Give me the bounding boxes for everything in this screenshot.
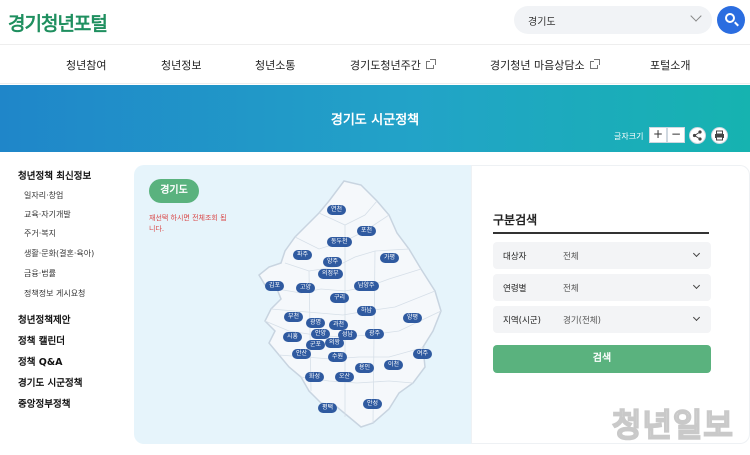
font-size-label: 글자크기 [614, 132, 644, 141]
sidebar-item-city-policy[interactable]: 경기도 시군정책 [18, 375, 83, 389]
region-label: 지역(시군) [503, 316, 541, 326]
map-all-badge[interactable]: 경기도 [149, 179, 199, 203]
target-label: 대상자 [503, 252, 527, 262]
region-tag-gwacheon[interactable]: 과천 [329, 320, 349, 330]
region-tag-yangpyeong[interactable]: 양평 [403, 313, 423, 323]
region-tag-guri[interactable]: 구리 [330, 293, 350, 303]
search-button[interactable] [717, 6, 745, 34]
top-bar: 경기청년포털 경기도 [0, 0, 750, 44]
region-tag-gapyeong[interactable]: 가평 [380, 253, 400, 263]
region-tag-yangju[interactable]: 양주 [323, 257, 343, 267]
nav-item-about[interactable]: 포털소개 [650, 57, 690, 73]
region-tag-osan[interactable]: 오산 [335, 372, 355, 382]
share-icon [692, 130, 702, 141]
region-tag-yongin[interactable]: 용인 [355, 363, 375, 373]
map-reset-note: 재선택 하시면 전체조회 됩니다. [149, 214, 227, 233]
search-submit-button[interactable]: 검색 [493, 345, 711, 373]
sidebar-item-policy-proposal[interactable]: 청년정책제안 [18, 312, 70, 326]
nav-item-youth-participation[interactable]: 청년참여 [66, 57, 106, 73]
sidebar-subitem-finance[interactable]: 금융·법률 [24, 268, 56, 279]
print-icon [715, 130, 724, 141]
site-logo[interactable]: 경기청년포털 [8, 9, 108, 36]
nav-item-counseling[interactable]: 경기청년 마음상담소 [490, 57, 600, 73]
target-value: 전체 [563, 252, 579, 262]
external-link-icon [425, 59, 436, 69]
page-banner: 경기도 시군정책 글자크기 + − [0, 85, 750, 152]
target-select[interactable]: 대상자 전체 [493, 242, 711, 269]
region-tag-ansan[interactable]: 안산 [292, 349, 312, 359]
share-button[interactable] [689, 127, 706, 144]
main-nav: 청년참여 청년정보 청년소통 경기도청년주간 경기청년 마음상담소 포털소개 [0, 44, 750, 84]
chevron-down-icon [692, 249, 701, 258]
age-select[interactable]: 연령별 전체 [493, 274, 711, 301]
sidebar-subitem-request[interactable]: 정책정보 게시요청 [24, 288, 85, 299]
filter-title-divider [493, 232, 709, 234]
region-tag-gunpo[interactable]: 군포 [306, 340, 326, 350]
region-tag-gimpo[interactable]: 김포 [265, 281, 285, 291]
nav-item-youth-week[interactable]: 경기도청년주간 [350, 57, 436, 73]
region-tag-hwaseong[interactable]: 화성 [305, 372, 325, 382]
region-select[interactable]: 지역(시군) 경기(전체) [493, 306, 711, 333]
region-tag-namyangju[interactable]: 남양주 [354, 281, 379, 291]
logo-text: 경기청년포털 [8, 13, 108, 35]
search-select-value: 경기도 [528, 17, 556, 28]
sidebar-item-calendar[interactable]: 정책 캘린더 [18, 333, 65, 347]
sidebar-item-qna[interactable]: 정책 Q&A [18, 354, 63, 368]
age-value: 전체 [563, 284, 579, 294]
region-tag-goyang[interactable]: 고양 [296, 283, 316, 293]
sidebar-item-latest-policy[interactable]: 청년정책 최신정보 [18, 168, 91, 182]
sidebar-subitem-housing[interactable]: 주거·복지 [24, 228, 56, 239]
region-tag-dongducheon[interactable]: 동두천 [327, 237, 352, 247]
nav-item-label: 경기청년 마음상담소 [490, 59, 585, 72]
region-tag-uijeongbu[interactable]: 의정부 [318, 269, 343, 279]
filter-title: 구분검색 [493, 213, 538, 227]
sidebar-subitem-education[interactable]: 교육·자기개발 [24, 209, 71, 220]
region-map-panel: 경기도 재선택 하시면 전체조회 됩니다. 연천 포천 동두천 파주 양주 가평… [134, 165, 471, 444]
font-increase-button[interactable]: + [649, 127, 667, 143]
gyeonggi-map [258, 180, 442, 428]
chevron-down-icon [692, 313, 701, 322]
sidebar-item-central-policy[interactable]: 중앙정부정책 [18, 396, 70, 410]
search-region-select[interactable]: 경기도 [514, 6, 712, 34]
region-tag-anseong[interactable]: 안성 [363, 399, 383, 409]
region-tag-pocheon[interactable]: 포천 [357, 226, 377, 236]
chevron-down-icon [692, 281, 701, 290]
region-tag-pyeongtaek[interactable]: 평택 [318, 403, 338, 413]
region-tag-yeoncheon[interactable]: 연천 [327, 205, 347, 215]
region-tag-bucheon[interactable]: 부천 [284, 312, 304, 322]
page-title: 경기도 시군정책 [330, 113, 420, 128]
region-tag-gwangmyeong[interactable]: 광명 [306, 318, 326, 328]
region-tag-siheung[interactable]: 시흥 [283, 332, 303, 342]
region-tag-gwangju[interactable]: 광주 [365, 329, 385, 339]
age-label: 연령별 [503, 284, 527, 294]
nav-item-label: 경기도청년주간 [350, 59, 421, 72]
region-tag-paju[interactable]: 파주 [293, 250, 313, 260]
print-button[interactable] [711, 127, 728, 144]
region-tag-yeoju[interactable]: 여주 [413, 349, 433, 359]
nav-item-youth-communication[interactable]: 청년소통 [255, 57, 295, 73]
region-value: 경기(전체) [563, 316, 601, 326]
font-decrease-button[interactable]: − [667, 127, 685, 143]
region-tag-suwon[interactable]: 수원 [328, 352, 348, 362]
sidebar-subitem-life-culture[interactable]: 생활·문화(결혼·육아) [24, 248, 94, 259]
watermark: 청년일보 [611, 405, 734, 445]
region-tag-icheon[interactable]: 이천 [384, 360, 404, 370]
region-tag-hanam[interactable]: 하남 [357, 306, 377, 316]
region-tag-uiwang[interactable]: 의왕 [325, 338, 345, 348]
sidebar-subitem-jobs[interactable]: 일자리·창업 [24, 190, 63, 201]
nav-item-youth-info[interactable]: 청년정보 [161, 57, 201, 73]
external-link-icon [589, 59, 600, 69]
chevron-down-icon [690, 10, 702, 22]
